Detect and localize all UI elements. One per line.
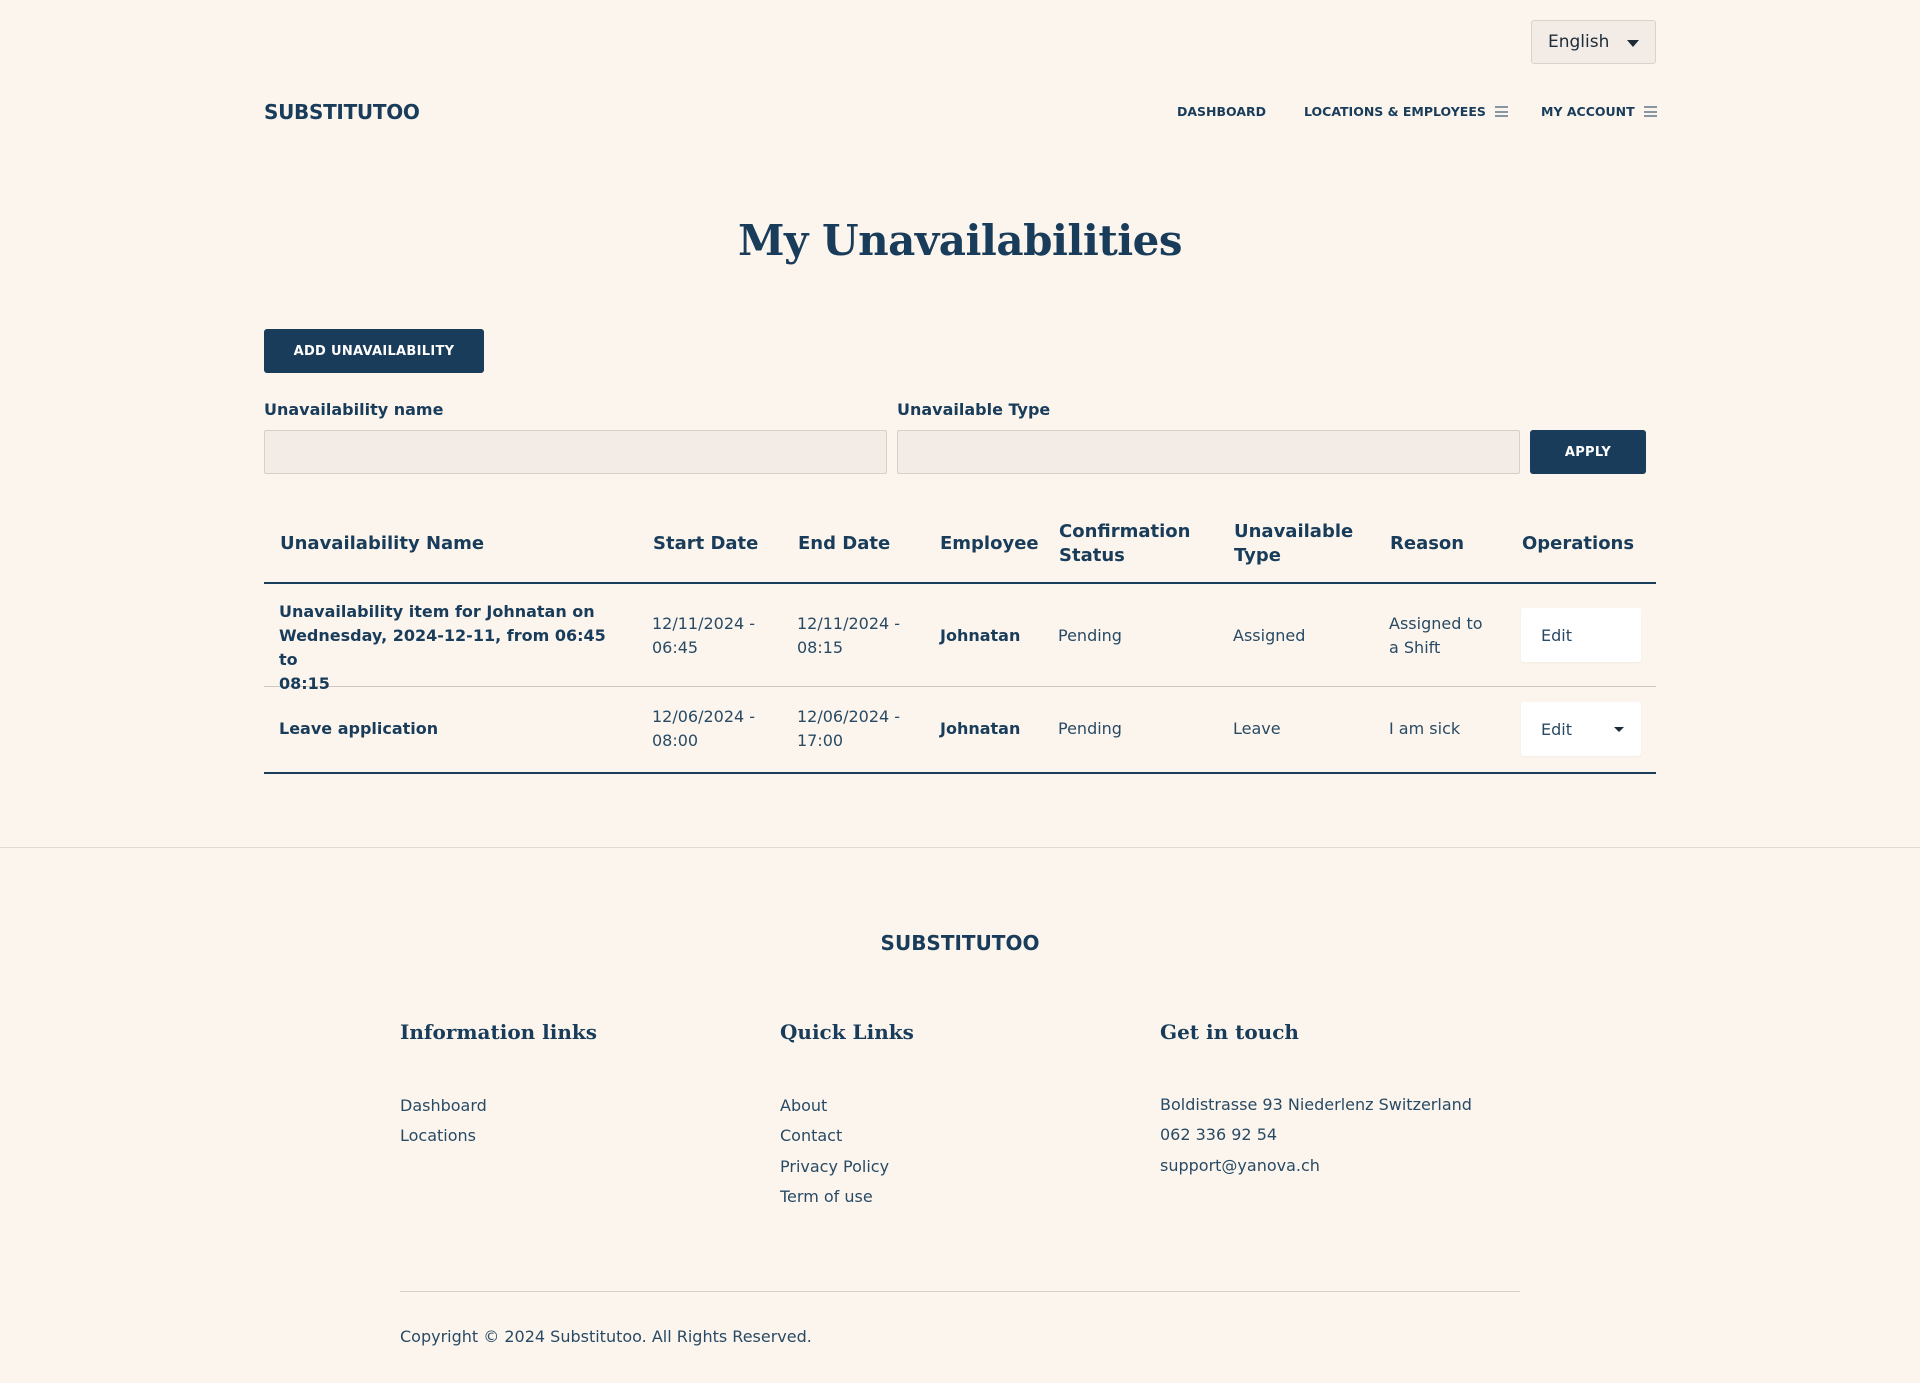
column-header-operations: Operations bbox=[1522, 533, 1635, 554]
footer-link-about[interactable]: About bbox=[780, 1096, 827, 1115]
footer-phone[interactable]: 062 336 92 54 bbox=[1160, 1125, 1277, 1144]
row-employee[interactable]: Johnatan bbox=[940, 717, 1020, 741]
name-filter-label: Unavailability name bbox=[264, 400, 444, 419]
row-end-date-line: 12/06/2024 - bbox=[797, 707, 901, 726]
footer-address: Boldistrasse 93 Niederlenz Switzerland bbox=[1160, 1095, 1472, 1114]
row-end-date-line: 12/11/2024 - bbox=[797, 614, 901, 633]
column-header-status-line2: Status bbox=[1059, 545, 1125, 566]
row-employee[interactable]: Johnatan bbox=[940, 624, 1020, 648]
nav-locations-label: LOCATIONS & EMPLOYEES bbox=[1304, 104, 1486, 119]
row-type: Leave bbox=[1233, 719, 1281, 738]
column-header-type: Unavailable Type bbox=[1234, 520, 1353, 568]
table-row: Leave application 12/06/2024 - 08:00 12/… bbox=[264, 687, 1656, 774]
language-select[interactable]: English bbox=[1531, 20, 1656, 64]
row-status: Pending bbox=[1058, 626, 1122, 645]
footer-copyright: Copyright © 2024 Substitutoo. All Rights… bbox=[400, 1327, 812, 1346]
header-logo[interactable]: SUBSTITUTOO bbox=[264, 100, 420, 124]
footer-link-privacy[interactable]: Privacy Policy bbox=[780, 1157, 889, 1176]
footer-info-heading: Information links bbox=[400, 1020, 598, 1044]
column-header-name: Unavailability Name bbox=[280, 533, 485, 554]
name-filter-input[interactable] bbox=[264, 430, 887, 474]
row-type: Assigned bbox=[1233, 626, 1306, 645]
row-name: Unavailability item for Johnatan on Wedn… bbox=[279, 600, 619, 696]
menu-icon bbox=[1643, 106, 1657, 117]
footer-email[interactable]: support@yanova.ch bbox=[1160, 1156, 1320, 1175]
nav-dashboard-label: DASHBOARD bbox=[1177, 104, 1267, 119]
edit-dropdown-button[interactable]: Edit bbox=[1521, 702, 1641, 756]
type-filter-input[interactable] bbox=[897, 430, 1520, 474]
footer-contact-heading: Get in touch bbox=[1160, 1020, 1299, 1044]
nav-account-label: MY ACCOUNT bbox=[1541, 104, 1635, 119]
nav-my-account[interactable]: MY ACCOUNT bbox=[1541, 104, 1657, 119]
row-start-date-line: 08:00 bbox=[652, 731, 699, 750]
row-status: Pending bbox=[1058, 719, 1122, 738]
column-header-status: Confirmation Status bbox=[1059, 520, 1190, 568]
apply-button[interactable]: APPLY bbox=[1530, 430, 1646, 474]
page-title: My Unavailabilities bbox=[737, 216, 1183, 265]
column-header-reason: Reason bbox=[1390, 533, 1465, 554]
footer-divider bbox=[0, 847, 1920, 848]
footer-quick-heading: Quick Links bbox=[780, 1020, 914, 1044]
row-end-date: 12/06/2024 - 17:00 bbox=[797, 705, 900, 753]
footer-copyright-divider bbox=[400, 1291, 1520, 1292]
row-end-date-line: 08:15 bbox=[797, 638, 844, 657]
row-name-line: Wednesday, 2024-12-11, from 06:45 to bbox=[279, 626, 606, 669]
table-header: Unavailability Name Start Date End Date … bbox=[264, 510, 1656, 584]
footer-link-dashboard[interactable]: Dashboard bbox=[400, 1096, 487, 1115]
add-unavailability-button[interactable]: ADD UNAVAILABILITY bbox=[264, 329, 484, 373]
column-header-end: End Date bbox=[798, 533, 891, 554]
edit-button-label: Edit bbox=[1541, 625, 1572, 645]
row-name: Leave application bbox=[279, 719, 439, 738]
column-header-type-line2: Type bbox=[1234, 545, 1281, 566]
column-header-employee: Employee bbox=[940, 533, 1039, 554]
column-header-status-line1: Confirmation bbox=[1059, 521, 1191, 542]
table-row: Unavailability item for Johnatan on Wedn… bbox=[264, 584, 1656, 693]
row-start-date-line: 12/11/2024 - bbox=[652, 614, 756, 633]
nav-dashboard[interactable]: DASHBOARD bbox=[1177, 104, 1266, 119]
row-reason: I am sick bbox=[1389, 719, 1461, 738]
row-end-date-line: 17:00 bbox=[797, 731, 844, 750]
row-reason: Assigned to a Shift bbox=[1389, 612, 1483, 660]
row-start-date: 12/06/2024 - 08:00 bbox=[652, 705, 755, 753]
row-start-date: 12/11/2024 - 06:45 bbox=[652, 612, 755, 660]
unavailabilities-table: Unavailability Name Start Date End Date … bbox=[264, 510, 1656, 774]
type-filter-label: Unavailable Type bbox=[897, 400, 1051, 419]
row-reason-line: Assigned to bbox=[1389, 614, 1483, 633]
chevron-down-icon bbox=[1614, 727, 1624, 732]
row-end-date: 12/11/2024 - 08:15 bbox=[797, 612, 900, 660]
menu-icon bbox=[1494, 106, 1508, 117]
nav-locations-employees[interactable]: LOCATIONS & EMPLOYEES bbox=[1304, 104, 1508, 119]
edit-button[interactable]: Edit bbox=[1521, 608, 1641, 662]
column-header-start: Start Date bbox=[653, 533, 759, 554]
row-name-line: Unavailability item for Johnatan on bbox=[279, 602, 595, 621]
row-start-date-line: 12/06/2024 - bbox=[652, 707, 756, 726]
row-reason-line: a Shift bbox=[1389, 638, 1441, 657]
column-header-type-line1: Unavailable bbox=[1234, 521, 1354, 542]
footer-link-contact[interactable]: Contact bbox=[780, 1126, 842, 1145]
edit-button-label: Edit bbox=[1541, 719, 1572, 739]
chevron-down-icon bbox=[1627, 40, 1639, 47]
footer-link-locations[interactable]: Locations bbox=[400, 1126, 476, 1145]
footer-link-terms[interactable]: Term of use bbox=[780, 1187, 873, 1206]
row-start-date-line: 06:45 bbox=[652, 638, 699, 657]
footer-logo[interactable]: SUBSTITUTOO bbox=[0, 931, 1920, 955]
language-select-value: English bbox=[1548, 32, 1610, 52]
